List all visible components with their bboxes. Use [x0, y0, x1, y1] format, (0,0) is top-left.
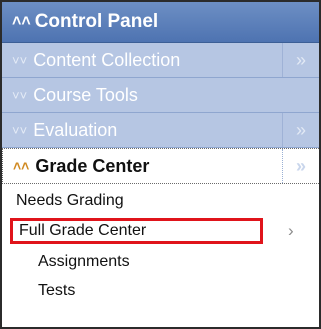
- double-chevron-up-icon: ˄˄: [12, 13, 31, 30]
- submenu-item-assignments[interactable]: Assignments: [2, 247, 319, 276]
- expand-double-arrow-icon[interactable]: »: [282, 149, 319, 183]
- double-chevron-down-icon: ˅˅: [12, 122, 28, 138]
- nav-item-grade-center[interactable]: ˄˄ Grade Center »: [2, 148, 319, 184]
- double-chevron-down-icon: ˅˅: [12, 87, 28, 103]
- submenu-row-full-grade-center: Full Grade Center ›: [2, 215, 319, 247]
- submenu-item-label: Full Grade Center: [19, 222, 147, 239]
- double-chevron-up-icon: ˄˄: [13, 158, 30, 174]
- control-panel-header[interactable]: ˄˄ Control Panel: [2, 2, 319, 43]
- nav-item-label: Course Tools: [33, 84, 138, 105]
- chevron-right-icon[interactable]: ›: [288, 221, 294, 241]
- submenu-item-label: Needs Grading: [16, 191, 124, 209]
- submenu-item-tests[interactable]: Tests: [2, 276, 319, 305]
- expand-double-arrow-icon[interactable]: »: [282, 43, 319, 77]
- double-chevron-down-icon: ˅˅: [12, 52, 28, 68]
- control-panel: ˄˄ Control Panel ˅˅ Content Collection »…: [0, 0, 321, 329]
- nav-item-label: Grade Center: [35, 155, 150, 176]
- submenu-item-label: Assignments: [38, 252, 130, 270]
- submenu-item-label: Tests: [38, 281, 76, 299]
- nav-item-label: Evaluation: [33, 119, 118, 140]
- nav-item-label: Content Collection: [33, 49, 181, 70]
- expand-double-arrow-icon[interactable]: »: [282, 113, 319, 147]
- control-panel-title: Control Panel: [34, 11, 159, 32]
- submenu-item-full-grade-center[interactable]: Full Grade Center: [10, 218, 263, 244]
- nav-item-content-collection[interactable]: ˅˅ Content Collection »: [2, 43, 319, 78]
- nav-item-course-tools[interactable]: ˅˅ Course Tools: [2, 78, 319, 113]
- grade-center-submenu: Needs Grading Full Grade Center › Assign…: [2, 184, 319, 305]
- submenu-item-needs-grading[interactable]: Needs Grading: [2, 186, 319, 215]
- nav-item-evaluation[interactable]: ˅˅ Evaluation »: [2, 113, 319, 148]
